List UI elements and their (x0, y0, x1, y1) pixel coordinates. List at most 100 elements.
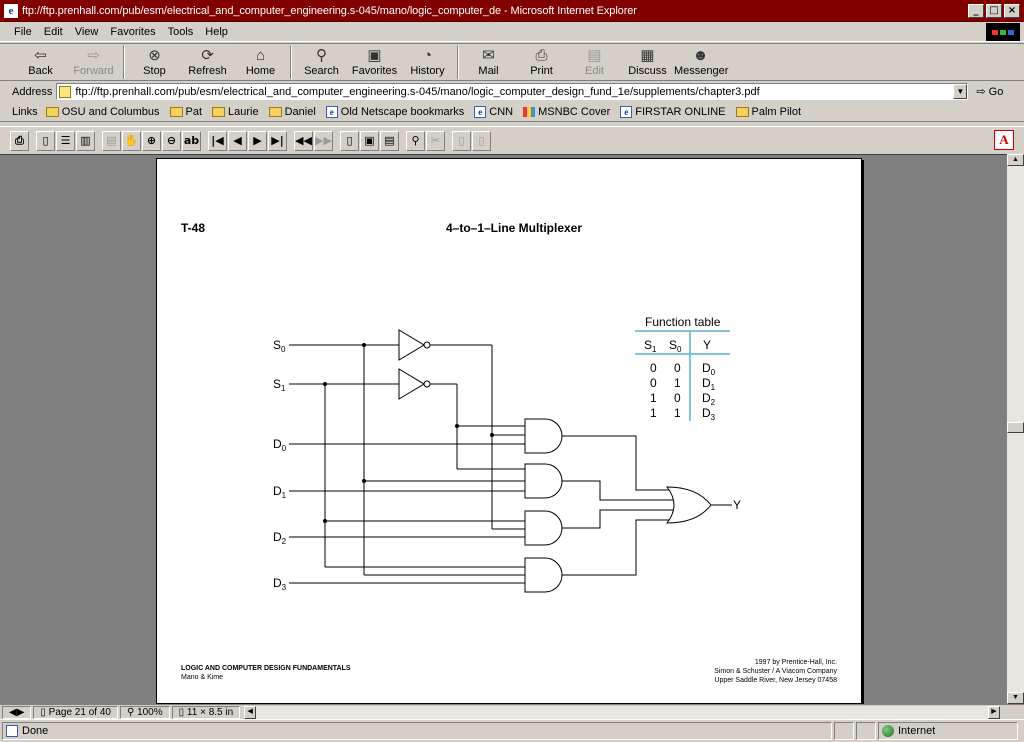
next-page-button[interactable]: ▶ (248, 130, 267, 151)
print-icon: ⎙ (535, 47, 548, 64)
thumbnails-view-button[interactable]: ▥ (76, 130, 95, 151)
inverter-s0 (398, 329, 425, 361)
messenger-button[interactable]: ☻ Messenger (674, 44, 728, 77)
table-header-s0: S0 (669, 338, 682, 354)
go-back-view-button[interactable]: ◀◀ (294, 130, 313, 151)
favorites-icon: ▣ (367, 47, 382, 64)
multiplexer-diagram: S0 S1 D0 D1 D2 D3 Y Function table S1 S0… (273, 315, 741, 593)
footer-authors: Mano & Kime (181, 674, 224, 681)
link-item[interactable]: OSU and Columbus (45, 105, 160, 118)
link-item[interactable]: e Old Netscape bookmarks (325, 105, 464, 118)
link-item[interactable]: e FIRSTAR ONLINE (620, 105, 726, 118)
mail-icon: ✉ (482, 47, 495, 64)
zoom-out-button[interactable]: ⊖ (162, 130, 181, 151)
bookmarks-view-button[interactable]: ☰ (56, 130, 75, 151)
and-gate-1 (524, 463, 563, 499)
mail-button[interactable]: ✉ Mail (462, 44, 515, 77)
address-label: Address (12, 85, 53, 98)
page-navigation-arrows[interactable]: ◀▶ (2, 705, 32, 719)
page-size-indicator[interactable]: ▯ 11 × 8.5 in (171, 705, 241, 719)
table-cell-y: D2 (702, 391, 716, 407)
scroll-down-button[interactable]: ▼ (1007, 692, 1024, 704)
horizontal-scrollbar[interactable]: ◀ ▶ (244, 705, 1000, 719)
link-item[interactable]: Daniel (268, 106, 316, 118)
tool-disabled-button[interactable]: ✂ (426, 130, 445, 151)
first-page-button[interactable]: |◀ (208, 130, 227, 151)
home-button[interactable]: ⌂ Home (234, 44, 287, 77)
vertical-scrollbar[interactable]: ▲ ▼ (1007, 154, 1024, 704)
previous-page-button[interactable]: ◀ (228, 130, 247, 151)
discuss-button[interactable]: ▦ Discuss (621, 44, 674, 77)
fit-page-button[interactable]: ▣ (360, 130, 379, 151)
menu-view[interactable]: View (69, 26, 105, 38)
article-prev-button[interactable]: ▯ (452, 130, 471, 151)
pdf-toolbar: ⎙ ▯ ☰ ▥ ▤ ✋ ⊕ ⊖ ab |◀ ◀ ▶ ▶| ◀◀ ▶▶ ▯ ▣ ▤… (0, 126, 1024, 154)
menu-tools[interactable]: Tools (162, 26, 200, 38)
table-cell-s1: 0 (650, 361, 657, 375)
link-item[interactable]: Pat (169, 105, 203, 118)
last-page-button[interactable]: ▶| (268, 130, 287, 151)
windows-logo-icon (986, 23, 1020, 41)
zoom-in-button[interactable]: ⊕ (142, 130, 161, 151)
text-select-button[interactable]: ▤ (102, 130, 121, 151)
table-cell-y: D0 (702, 361, 716, 377)
menu-favorites[interactable]: Favorites (104, 26, 161, 38)
edit-button[interactable]: ▤ Edit (568, 44, 621, 77)
link-label: Pat (185, 105, 203, 118)
window-title-bar[interactable]: e ftp://ftp.prenhall.com/pub/esm/electri… (0, 0, 1024, 22)
status-text-panel: Done (2, 722, 832, 740)
folder-icon (169, 106, 183, 117)
menu-help[interactable]: Help (199, 26, 234, 38)
hand-tool-button[interactable]: ✋ (122, 130, 141, 151)
link-item[interactable]: Laurie (212, 106, 259, 118)
actual-size-button[interactable]: ▯ (340, 130, 359, 151)
link-label: FIRSTAR ONLINE (635, 105, 726, 118)
forward-button[interactable]: ⇨ Forward (67, 44, 120, 77)
text-tool-button[interactable]: ab (182, 130, 201, 151)
menu-edit[interactable]: Edit (38, 26, 69, 38)
maximize-button[interactable]: □ (986, 3, 1002, 18)
pdf-viewer[interactable]: T-48 4–to–1–Line Multiplexer S0 S1 D0 D1… (0, 154, 1007, 704)
junction-s1 (323, 382, 327, 386)
search-label: Search (304, 65, 339, 77)
minimize-button[interactable]: _ (968, 3, 984, 18)
ie-link-icon: e (620, 105, 633, 118)
stop-button[interactable]: ⊗ Stop (128, 44, 181, 77)
search-button[interactable]: ⚲ Search (295, 44, 348, 77)
junction-s0-not (490, 433, 494, 437)
folder-icon (212, 106, 226, 117)
scroll-right-button[interactable]: ▶ (988, 705, 1000, 719)
go-button[interactable]: ⇨ Go (976, 85, 1003, 98)
history-button[interactable]: ◔ History (401, 44, 454, 77)
scroll-up-button[interactable]: ▲ (1007, 154, 1024, 166)
label-d3: D3 (273, 576, 287, 592)
page-only-view-button[interactable]: ▯ (36, 130, 55, 151)
address-dropdown-button[interactable]: ▼ (953, 84, 968, 99)
status-text: Done (22, 725, 49, 737)
scroll-thumb[interactable] (1007, 422, 1024, 433)
page-indicator[interactable]: ▯ Page 21 of 40 (33, 705, 118, 719)
address-input[interactable]: ftp://ftp.prenhall.com/pub/esm/electrica… (56, 83, 969, 100)
table-cell-y: D1 (702, 376, 716, 392)
print-pdf-button[interactable]: ⎙ (10, 130, 29, 151)
print-button[interactable]: ⎙ Print (515, 44, 568, 77)
go-forward-view-button[interactable]: ▶▶ (314, 130, 333, 151)
discuss-icon: ▦ (640, 47, 655, 64)
scroll-left-button[interactable]: ◀ (244, 705, 257, 719)
link-item[interactable]: Palm Pilot (735, 105, 802, 118)
menu-file[interactable]: File (8, 26, 38, 38)
footer-right: 1997 by Prentice-Hall, Inc. Simon & Schu… (714, 658, 837, 685)
link-item[interactable]: e CNN (474, 105, 513, 118)
favorites-button[interactable]: ▣ Favorites (348, 44, 401, 77)
zoom-indicator[interactable]: ⚲ 100% (119, 705, 170, 719)
find-button[interactable]: ⚲ (406, 130, 425, 151)
article-next-button[interactable]: ▯ (472, 130, 491, 151)
close-button[interactable]: × (1004, 3, 1020, 18)
status-bar: Done Internet (0, 719, 1024, 742)
back-button[interactable]: ⇦ Back (14, 44, 67, 77)
link-label: Palm Pilot (751, 105, 802, 118)
link-label: OSU and Columbus (61, 105, 160, 118)
refresh-button[interactable]: ⟳ Refresh (181, 44, 234, 77)
fit-width-button[interactable]: ▤ (380, 130, 399, 151)
link-item[interactable]: MSNBC Cover (523, 106, 610, 118)
